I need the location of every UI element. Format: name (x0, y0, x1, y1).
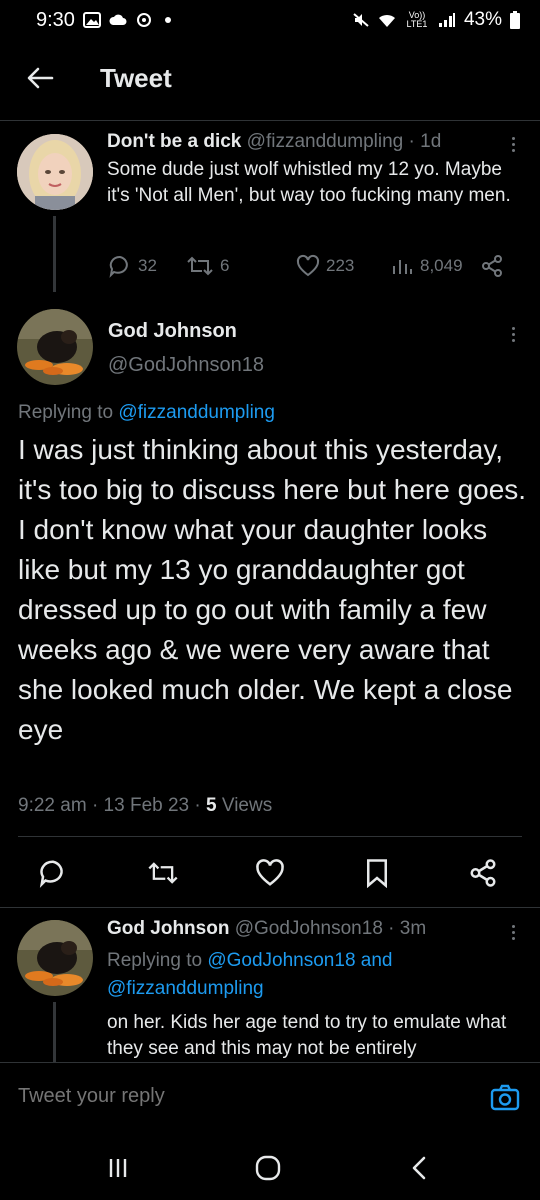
replying-to-link[interactable]: @fizzanddumpling (118, 402, 275, 423)
back-button[interactable] (20, 58, 60, 98)
bookmark-button[interactable] (360, 856, 394, 890)
more-options-button[interactable] (503, 132, 523, 156)
mute-icon (353, 13, 369, 27)
author-name[interactable]: God Johnson (108, 320, 237, 343)
views-button[interactable]: 8,049 (390, 252, 463, 280)
thread-line (53, 1002, 56, 1062)
network-label: Vo)) LTE1 (406, 10, 428, 29)
tweet-date[interactable]: 13 Feb 23 (104, 795, 190, 816)
like-count: 223 (326, 256, 355, 275)
share-icon (470, 859, 496, 887)
avatar-photo (17, 920, 93, 996)
home-icon (255, 1155, 281, 1181)
author-handle[interactable]: @GodJohnson18 (108, 354, 264, 377)
reply-input[interactable] (18, 1085, 438, 1108)
retweet-icon (187, 256, 213, 276)
status-time: 9:30 (36, 8, 75, 31)
system-back-button[interactable] (400, 1152, 440, 1184)
section-divider (0, 907, 540, 908)
arrow-left-icon (27, 67, 54, 89)
recent-apps-icon (109, 1159, 127, 1177)
author-handle[interactable]: @fizzanddumpling (247, 131, 404, 152)
camera-icon (490, 1084, 520, 1111)
author-name[interactable]: God Johnson (107, 918, 229, 939)
meta-divider (18, 836, 522, 837)
page-title: Tweet (100, 62, 172, 93)
reply-count: 32 (138, 256, 157, 275)
tweet-meta: 9:22 am · 13 Feb 23 · 5 Views (18, 795, 273, 816)
share-icon (482, 255, 502, 277)
system-nav-bar (0, 1134, 540, 1200)
author-handle[interactable]: @GodJohnson18 (235, 918, 383, 939)
reply-tweet-header: God Johnson @GodJohnson18 · 3m (107, 918, 426, 940)
tweet-text: I was just thinking about this yesterday… (18, 434, 527, 745)
top-bar: Tweet (0, 48, 540, 108)
reply-composer (0, 1062, 540, 1134)
chevron-left-icon (412, 1156, 426, 1180)
home-button[interactable] (248, 1152, 288, 1184)
bar-chart-icon (393, 260, 412, 274)
more-options-button[interactable] (503, 322, 523, 346)
sync-icon (136, 13, 151, 27)
tweet-age: · 1d (408, 131, 442, 152)
views-count[interactable]: 5 (206, 795, 217, 816)
share-button[interactable] (480, 252, 504, 280)
wifi-icon (378, 14, 395, 27)
retweet-count: 6 (220, 256, 230, 275)
battery-percent: 43% (463, 9, 502, 30)
avatar-photo (17, 309, 93, 385)
header-divider (0, 120, 540, 121)
heart-icon (296, 254, 320, 277)
recent-apps-button[interactable] (98, 1152, 138, 1184)
replying-to-link[interactable]: @GodJohnson18 (207, 950, 355, 971)
replying-prefix: Replying to (107, 950, 203, 971)
like-button[interactable] (253, 856, 287, 890)
battery-icon (510, 11, 520, 29)
replying-to-link[interactable]: @fizzanddumpling (107, 978, 264, 999)
avatar[interactable] (17, 309, 93, 385)
retweet-button[interactable] (146, 856, 180, 890)
bookmark-icon (367, 859, 387, 888)
avatar[interactable] (17, 920, 93, 996)
camera-button[interactable] (490, 1083, 520, 1113)
avatar-photo (17, 134, 93, 210)
parent-tweet-header: Don't be a dick @fizzanddumpling · 1d (107, 130, 517, 154)
views-count: 8,049 (420, 256, 463, 275)
reply-button[interactable] (36, 856, 70, 890)
retweet-icon (148, 862, 178, 884)
main-tweet-actions (0, 856, 540, 890)
views-label: Views (221, 795, 273, 816)
replying-prefix: Replying to (18, 402, 114, 423)
parent-tweet[interactable]: Don't be a dick @fizzanddumpling · 1d So… (107, 130, 517, 209)
tweet-text[interactable]: on her. Kids her age tend to try to emul… (107, 1010, 527, 1062)
parent-tweet-actions: 32 6 223 8,049 (108, 252, 518, 280)
author-name[interactable]: Don't be a dick (107, 131, 241, 152)
more-options-button[interactable] (503, 920, 523, 944)
reply-button[interactable]: 32 (108, 252, 157, 280)
heart-icon (256, 859, 284, 886)
tweet-age: · 3m (388, 918, 427, 939)
comment-icon (39, 860, 63, 888)
cloud-icon (109, 14, 127, 25)
comment-icon (109, 255, 128, 278)
avatar[interactable] (17, 134, 93, 210)
gallery-icon (82, 12, 101, 28)
share-button[interactable] (466, 856, 500, 890)
signal-icon (438, 13, 455, 27)
tweet-time[interactable]: 9:22 am (18, 795, 87, 816)
like-button[interactable]: 223 (296, 252, 354, 280)
notification-dot-icon (164, 17, 171, 23)
thread-line (53, 216, 56, 292)
retweet-button[interactable]: 6 (186, 252, 229, 280)
replying-to: Replying to @fizzanddumpling (18, 402, 275, 424)
status-bar: 9:30 Vo)) LTE1 43% (0, 0, 540, 40)
replying-to: Replying to @GodJohnson18 and @fizzanddu… (107, 947, 517, 1003)
tweet-text: Some dude just wolf whistled my 12 yo. M… (107, 159, 511, 206)
replying-and: and (360, 950, 393, 971)
